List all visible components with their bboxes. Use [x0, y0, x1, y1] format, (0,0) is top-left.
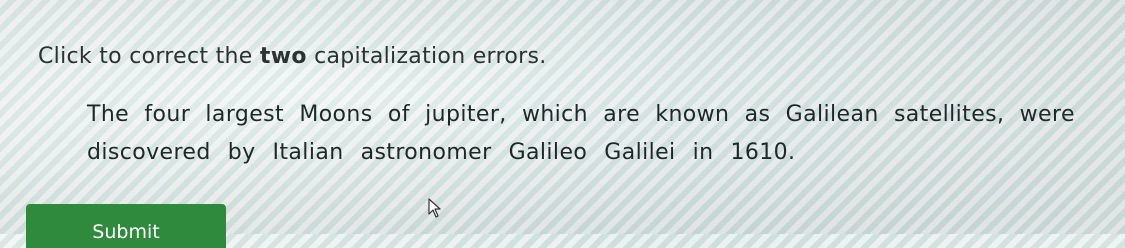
- word-1610[interactable]: 1610.: [729, 134, 796, 172]
- word-largest[interactable]: largest: [204, 96, 285, 134]
- passage-line-2: discovered by Italian astronomer Galileo…: [86, 134, 1076, 172]
- word-discovered[interactable]: discovered: [86, 134, 212, 172]
- mouse-pointer-icon: [428, 198, 441, 218]
- word-moons[interactable]: Moons: [298, 96, 373, 134]
- word-were[interactable]: were: [1019, 96, 1076, 134]
- word-are[interactable]: are: [602, 96, 641, 134]
- instruction-text: Click to correct the two capitalization …: [38, 44, 547, 69]
- word-galilean[interactable]: Galilean: [785, 96, 880, 134]
- word-of[interactable]: of: [387, 96, 411, 134]
- submit-button[interactable]: Submit: [26, 204, 226, 248]
- word-as[interactable]: as: [744, 96, 772, 134]
- instruction-prefix: Click to correct the: [38, 44, 260, 69]
- word-four[interactable]: four: [143, 96, 191, 134]
- word-satellites[interactable]: satellites,: [893, 96, 1005, 134]
- word-known[interactable]: known: [654, 96, 730, 134]
- instruction-emphasis: two: [259, 44, 307, 69]
- passage: The four largest Moons of jupiter, which…: [86, 96, 1076, 172]
- word-in[interactable]: in: [692, 134, 715, 172]
- word-the[interactable]: The: [86, 96, 130, 134]
- word-galilei[interactable]: Galilei: [603, 134, 676, 172]
- word-astronomer[interactable]: astronomer: [360, 134, 493, 172]
- word-by[interactable]: by: [227, 134, 257, 172]
- passage-line-1: The four largest Moons of jupiter, which…: [86, 96, 1076, 134]
- word-jupiter[interactable]: jupiter,: [424, 96, 508, 134]
- word-italian[interactable]: Italian: [272, 134, 345, 172]
- instruction-suffix: capitalization errors.: [306, 44, 547, 69]
- word-which[interactable]: which: [521, 96, 589, 134]
- word-galileo[interactable]: Galileo: [508, 134, 589, 172]
